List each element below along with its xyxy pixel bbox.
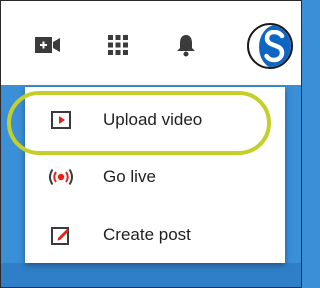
video-camera-plus-icon[interactable] bbox=[35, 32, 61, 58]
avatar-s-logo-icon bbox=[264, 30, 285, 63]
menu-item-label: Create post bbox=[103, 225, 191, 244]
menu-item-go-live[interactable]: Go live bbox=[25, 150, 285, 204]
apps-grid-icon[interactable] bbox=[105, 32, 131, 58]
page-background bbox=[1, 263, 301, 287]
menu-item-create-post[interactable]: Create post bbox=[25, 208, 285, 262]
notifications-bell-icon[interactable] bbox=[173, 32, 199, 58]
channel-avatar-icon[interactable] bbox=[247, 23, 293, 69]
go-live-icon bbox=[47, 167, 75, 187]
highlight-ring bbox=[7, 91, 271, 155]
menu-item-label: Go live bbox=[103, 167, 156, 186]
screenshot-frame: Upload video Go live Create post bbox=[0, 0, 302, 288]
top-bar bbox=[1, 1, 301, 85]
create-post-icon bbox=[47, 225, 75, 245]
